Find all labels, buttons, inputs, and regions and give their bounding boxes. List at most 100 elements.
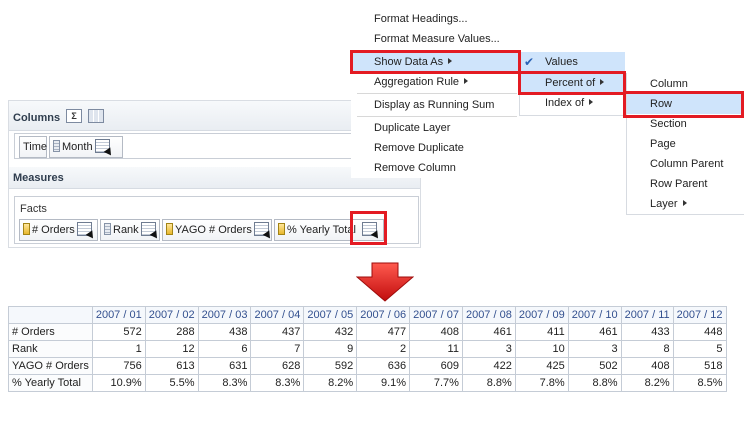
percent-of-highlight (518, 71, 626, 95)
sum-icon[interactable]: Σ (66, 109, 83, 123)
table-cell: 8.8% (461, 374, 516, 392)
measure-chip-yago-orders[interactable]: YAGO # Orders (162, 219, 272, 241)
column-header: 2007 / 04 (250, 306, 305, 324)
menu-item-aggregation-rule[interactable]: Aggregation Rule (351, 72, 521, 92)
row-header: % Yearly Total (8, 374, 93, 392)
columns-title: Columns (13, 111, 61, 124)
submenu-item-column-parent[interactable]: Column Parent (627, 154, 744, 174)
table-cell: 408 (409, 323, 463, 341)
table-cell: 432 (303, 323, 358, 341)
column-header: 2007 / 07 (409, 306, 463, 324)
table-cell: 8.5% (672, 374, 727, 392)
column-context-menu: Format Headings... Format Measure Values… (351, 0, 521, 178)
menu-item-duplicate-layer[interactable]: Duplicate Layer (351, 118, 521, 138)
column-header: 2007 / 11 (620, 306, 674, 324)
column-header: 2007 / 01 (91, 306, 146, 324)
table-cell: 10 (514, 340, 569, 358)
menu-item-format-headings[interactable]: Format Headings... (351, 9, 521, 29)
table-cell: 425 (514, 357, 569, 375)
table-cell: 411 (514, 323, 569, 341)
menu-item-label: Aggregation Rule (374, 76, 460, 88)
checkmark-icon: ✔ (524, 55, 535, 69)
measure-chip-label: % Yearly Total (287, 224, 356, 236)
table-cell: 422 (461, 357, 516, 375)
table-cell: 2 (356, 340, 411, 358)
measure-icon (278, 223, 285, 236)
submenu-arrow-icon (682, 200, 687, 207)
row-header: YAGO # Orders (8, 357, 93, 375)
column-header: 2007 / 06 (356, 306, 411, 324)
table-cell: 5.5% (144, 374, 199, 392)
column-chip-label: Month (62, 141, 93, 153)
submenu-item-values[interactable]: ✔ Values (520, 52, 625, 72)
table-row: Rank 1 12 6 7 9 2 11 3 10 3 8 5 (8, 340, 727, 358)
submenu-item-index-of[interactable]: Index of (520, 93, 625, 113)
more-options-icon[interactable] (94, 139, 110, 154)
table-cell: 592 (303, 357, 358, 375)
submenu-arrow-icon (589, 99, 594, 106)
measure-chip-orders[interactable]: # Orders (19, 219, 98, 241)
table-cell: 8.3% (197, 374, 252, 392)
menu-item-running-sum[interactable]: Display as Running Sum (351, 95, 521, 115)
table-cell: 8 (620, 340, 674, 358)
table-cell: 438 (197, 323, 252, 341)
table-cell: 5 (672, 340, 727, 358)
table-row: % Yearly Total 10.9% 5.5% 8.3% 8.3% 8.2%… (8, 374, 727, 392)
table-cell: 8.2% (303, 374, 358, 392)
table-cell: 461 (567, 323, 622, 341)
column-header: 2007 / 12 (672, 306, 727, 324)
facts-label: Facts (20, 203, 47, 215)
row-header: Rank (8, 340, 93, 358)
more-options-icon[interactable] (76, 222, 92, 237)
table-cell: 502 (567, 357, 622, 375)
table-cell: 572 (91, 323, 146, 341)
column-header: 2007 / 02 (144, 306, 199, 324)
menu-item-remove-column[interactable]: Remove Column (351, 158, 521, 178)
table-cell: 8.8% (567, 374, 622, 392)
column-header: 2007 / 05 (303, 306, 358, 324)
submenu-item-layer[interactable]: Layer (627, 194, 744, 214)
measure-chip-label: Rank (113, 224, 139, 236)
table-cell: 3 (567, 340, 622, 358)
show-data-as-highlight (350, 50, 521, 74)
column-chip-month[interactable]: Month (49, 136, 123, 158)
table-cell: 10.9% (91, 374, 146, 392)
table-cell: 7.8% (514, 374, 569, 392)
table-header-row: 2007 / 01 2007 / 02 2007 / 03 2007 / 04 … (8, 306, 727, 324)
properties-grid-icon[interactable] (88, 109, 105, 123)
down-arrow-icon (356, 262, 414, 302)
table-row: YAGO # Orders 756 613 631 628 592 636 60… (8, 357, 727, 375)
measure-icon (23, 223, 30, 236)
more-options-icon[interactable] (140, 222, 156, 237)
table-cell: 8.2% (620, 374, 674, 392)
table-cell: 6 (197, 340, 252, 358)
menu-item-format-measure-values[interactable]: Format Measure Values... (351, 29, 521, 49)
measure-icon (166, 223, 173, 236)
table-cell: 609 (409, 357, 463, 375)
column-chip-label: Time (23, 141, 48, 153)
table-cell: 756 (91, 357, 146, 375)
measure-chip-rank[interactable]: Rank (100, 219, 160, 241)
table-cell: 408 (620, 357, 674, 375)
column-header: 2007 / 10 (567, 306, 622, 324)
menu-item-remove-duplicate[interactable]: Remove Duplicate (351, 138, 521, 158)
table-cell: 12 (144, 340, 199, 358)
table-cell: 8.3% (250, 374, 305, 392)
column-chip-time[interactable]: Time (19, 136, 47, 158)
table-row: # Orders 572 288 438 437 432 477 408 461… (8, 323, 727, 341)
properties-button-highlight (350, 211, 387, 245)
table-cell: 433 (620, 323, 674, 341)
table-cell: 7 (250, 340, 305, 358)
table-cell: 3 (461, 340, 516, 358)
menu-item-label: Index of (545, 97, 585, 109)
table-cell: 7.7% (409, 374, 463, 392)
table-cell: 1 (91, 340, 146, 358)
column-header: 2007 / 08 (461, 306, 516, 324)
table-cell: 448 (672, 323, 727, 341)
table-cell: 613 (144, 357, 199, 375)
submenu-item-row-parent[interactable]: Row Parent (627, 174, 744, 194)
table-cell: 636 (356, 357, 411, 375)
more-options-icon[interactable] (253, 222, 269, 237)
column-icon (53, 140, 60, 153)
submenu-item-page[interactable]: Page (627, 134, 744, 154)
